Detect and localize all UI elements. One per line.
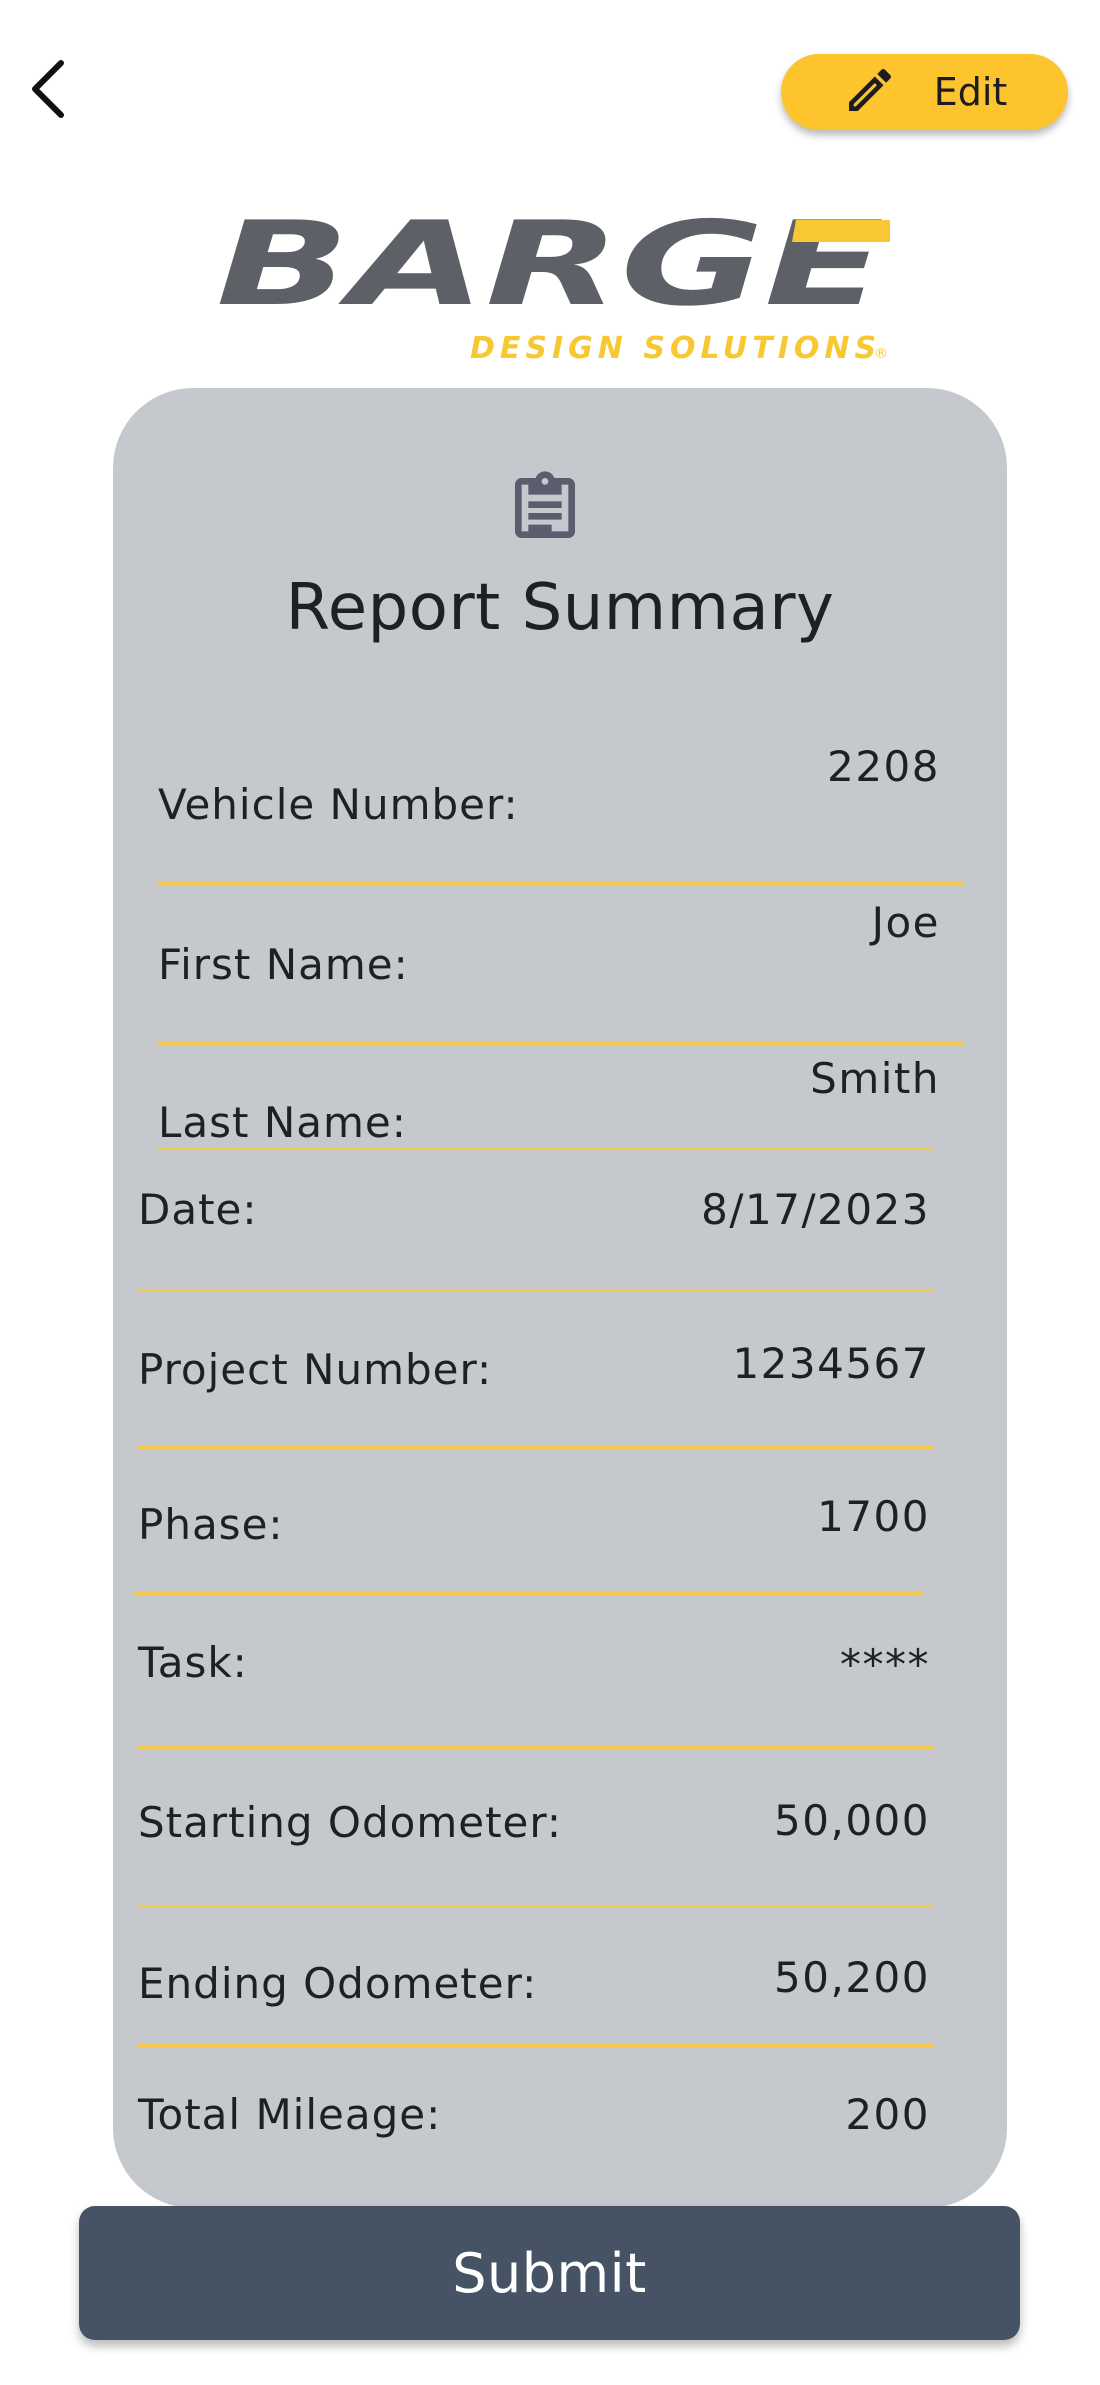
vehicle-number-label: Vehicle Number: [158,780,519,829]
submit-button[interactable]: Submit [79,2206,1020,2340]
pencil-icon [842,62,898,122]
phase-label: Phase: [138,1500,284,1549]
logo-registered: ® [874,346,888,362]
total-mileage-value: 200 [845,2090,930,2139]
starting-odometer-label: Starting Odometer: [138,1798,563,1847]
row-last-name: Last Name: Smith [158,1042,939,1150]
project-number-label: Project Number: [138,1345,493,1394]
starting-odometer-value: 50,000 [774,1796,930,1845]
row-first-name: First Name: Joe [158,882,964,1045]
row-project-number: Project Number: 1234567 [138,1289,934,1449]
vehicle-number-value: 2208 [827,742,940,791]
card-title: Report Summary [285,571,835,645]
total-mileage-label: Total Mileage: [138,2090,442,2139]
project-number-value: 1234567 [732,1339,930,1388]
row-total-mileage: Total Mileage: 200 [138,2044,934,2164]
date-value: 8/17/2023 [701,1185,930,1234]
row-date: Date: 8/17/2023 [138,1147,934,1292]
row-starting-odometer: Starting Odometer: 50,000 [138,1746,934,1908]
task-value: **** [840,1640,930,1689]
edit-button[interactable]: Edit [781,54,1068,130]
last-name-value: Smith [810,1054,940,1103]
row-vehicle-number: Vehicle Number: 2208 [158,700,964,885]
ending-odometer-value: 50,200 [774,1953,930,2002]
logo-tagline: DESIGN SOLUTIONS [470,331,881,362]
row-task: Task: **** [138,1592,934,1749]
back-button[interactable] [22,56,72,126]
row-ending-odometer: Ending Odometer: 50,200 [138,1905,934,2047]
submit-label: Submit [452,2241,647,2305]
date-label: Date: [138,1185,258,1234]
task-label: Task: [138,1638,248,1687]
first-name-label: First Name: [158,940,409,989]
row-phase: Phase: 1700 [133,1446,929,1595]
clipboard-icon [505,468,585,548]
logo-brand: BARGE [216,212,884,332]
chevron-left-icon [27,59,67,123]
last-name-label: Last Name: [158,1098,407,1147]
first-name-value: Joe [871,898,940,947]
company-logo: BARGE DESIGN SOLUTIONS ® [210,197,896,366]
phase-value: 1700 [817,1492,930,1541]
ending-odometer-label: Ending Odometer: [138,1959,538,2008]
edit-label: Edit [933,70,1008,114]
